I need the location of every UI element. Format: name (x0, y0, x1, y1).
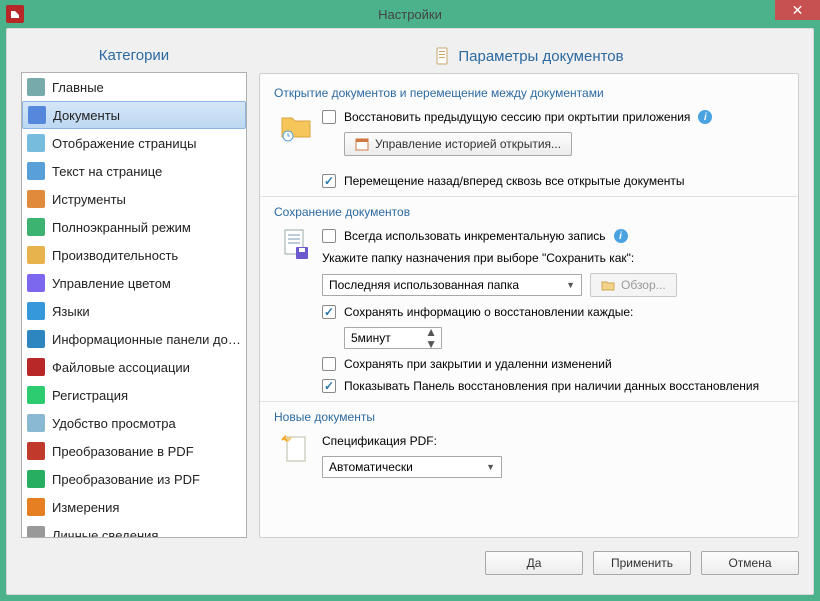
category-icon (26, 273, 46, 293)
category-label: Иструменты (52, 192, 126, 207)
category-icon (26, 161, 46, 181)
category-item-13[interactable]: Преобразование в PDF (22, 437, 246, 465)
browse-button[interactable]: Обзор... (590, 273, 677, 297)
group-opening-title: Открытие документов и перемещение между … (274, 86, 784, 100)
save-recovery-checkbox[interactable] (322, 305, 336, 319)
show-panel-label: Показывать Панель восстановления при нал… (344, 379, 759, 393)
category-label: Файловые ассоциации (52, 360, 190, 375)
save-on-close-label: Сохранять при закрытии и удаленни измене… (344, 357, 612, 371)
show-panel-checkbox[interactable] (322, 379, 336, 393)
content-title: Параметры документов (458, 48, 623, 65)
category-item-15[interactable]: Измерения (22, 493, 246, 521)
interval-spinner[interactable]: 5минут ▲▼ (344, 327, 442, 349)
category-icon (27, 105, 47, 125)
category-label: Регистрация (52, 388, 128, 403)
titlebar: Настройки ✕ (0, 0, 820, 28)
incremental-label: Всегда использовать инкрементальную запи… (344, 229, 606, 243)
window-title: Настройки (0, 7, 820, 22)
info-icon[interactable]: i (698, 110, 712, 124)
category-item-0[interactable]: Главные (22, 73, 246, 101)
spinner-buttons[interactable]: ▲▼ (425, 326, 437, 350)
category-icon (26, 497, 46, 517)
category-item-7[interactable]: Управление цветом (22, 269, 246, 297)
category-item-2[interactable]: Отображение страницы (22, 129, 246, 157)
category-label: Преобразование из PDF (52, 472, 200, 487)
apply-button[interactable]: Применить (593, 551, 691, 575)
content-panel: Параметры документов Открытие документов… (259, 43, 799, 538)
cancel-button[interactable]: Отмена (701, 551, 799, 575)
category-list: Главные Документы Отображение страницы Текс… (21, 72, 247, 538)
incremental-checkbox[interactable] (322, 229, 336, 243)
category-label: Языки (52, 304, 90, 319)
save-doc-icon (278, 227, 314, 263)
category-icon (26, 189, 46, 209)
category-icon (26, 357, 46, 377)
category-label: Информационные панели документа (52, 332, 242, 347)
category-item-14[interactable]: Преобразование из PDF (22, 465, 246, 493)
folder-open-icon (601, 278, 615, 292)
restore-session-label: Воccтановить предыдущую сессию при окрты… (344, 110, 690, 124)
category-label: Документы (53, 108, 120, 123)
save-on-close-checkbox[interactable] (322, 357, 336, 371)
nav-through-label: Перемещение назад/вперед сквозь все откр… (344, 174, 685, 188)
category-item-1[interactable]: Документы (22, 101, 246, 129)
category-label: Удобство просмотра (52, 416, 176, 431)
nav-through-checkbox[interactable] (322, 174, 336, 188)
category-icon (26, 133, 46, 153)
new-doc-icon (278, 432, 314, 468)
category-item-6[interactable]: Производительность (22, 241, 246, 269)
chevron-down-icon: ▼ (486, 462, 495, 472)
category-icon (26, 441, 46, 461)
category-item-10[interactable]: Файловые ассоциации (22, 353, 246, 381)
category-label: Текст на странице (52, 164, 162, 179)
category-icon (26, 413, 46, 433)
save-recovery-label: Сохранять информацию о восстановлении ка… (344, 305, 633, 319)
category-label: Отображение страницы (52, 136, 196, 151)
category-label: Главные (52, 80, 104, 95)
category-item-4[interactable]: Иструменты (22, 185, 246, 213)
category-label: Производительность (52, 248, 178, 263)
chevron-down-icon: ▼ (566, 280, 575, 290)
category-icon (26, 77, 46, 97)
document-icon (434, 47, 452, 65)
category-icon (26, 469, 46, 489)
window-body: Категории Главные Документы Отображение ст… (6, 28, 814, 595)
category-item-12[interactable]: Удобство просмотра (22, 409, 246, 437)
ok-button[interactable]: Да (485, 551, 583, 575)
sidebar: Категории Главные Документы Отображение ст… (21, 43, 247, 538)
category-icon (26, 301, 46, 321)
category-label: Управление цветом (52, 276, 171, 291)
content-header: Параметры документов (259, 43, 799, 73)
folder-icon (278, 108, 314, 144)
category-item-8[interactable]: Языки (22, 297, 246, 325)
spec-label: Спецификация PDF: (322, 434, 784, 448)
category-icon (26, 385, 46, 405)
category-label: Личные сведения (52, 528, 158, 539)
manage-history-button[interactable]: Управление историей открытия... (344, 132, 572, 156)
category-label: Преобразование в PDF (52, 444, 194, 459)
target-folder-label: Укажите папку назначения при выборе "Сох… (322, 251, 784, 265)
folder-select[interactable]: Последняя использованная папка ▼ (322, 274, 582, 296)
dialog-footer: Да Применить Отмена (21, 538, 799, 580)
category-icon (26, 525, 46, 538)
category-item-16[interactable]: Личные сведения (22, 521, 246, 538)
content-body: Открытие документов и перемещение между … (259, 73, 799, 538)
spec-select[interactable]: Автоматически ▼ (322, 456, 502, 478)
group-newdocs-title: Новые документы (274, 410, 784, 424)
category-icon (26, 217, 46, 237)
sidebar-header: Категории (21, 43, 247, 72)
info-icon[interactable]: i (614, 229, 628, 243)
category-label: Полноэкранный режим (52, 220, 191, 235)
history-icon (355, 137, 369, 151)
category-item-5[interactable]: Полноэкранный режим (22, 213, 246, 241)
group-saving-title: Сохранение документов (274, 205, 784, 219)
category-label: Измерения (52, 500, 119, 515)
category-icon (26, 245, 46, 265)
category-item-11[interactable]: Регистрация (22, 381, 246, 409)
close-button[interactable]: ✕ (775, 0, 820, 20)
category-item-9[interactable]: Информационные панели документа (22, 325, 246, 353)
restore-session-checkbox[interactable] (322, 110, 336, 124)
category-icon (26, 329, 46, 349)
category-item-3[interactable]: Текст на странице (22, 157, 246, 185)
